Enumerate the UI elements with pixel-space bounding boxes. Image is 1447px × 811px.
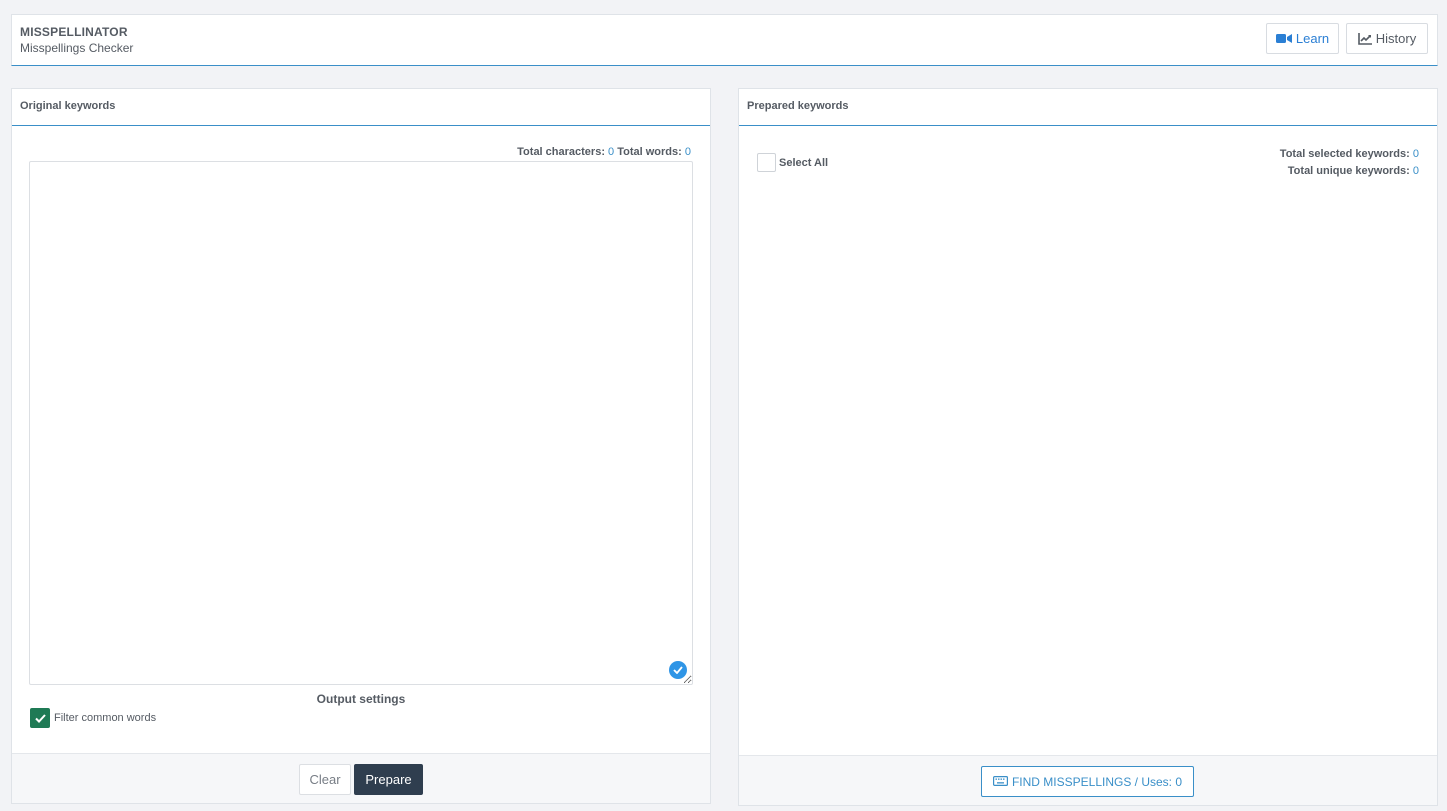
original-keywords-panel: Original keywords Total characters: 0 To…	[11, 88, 711, 804]
original-keywords-textarea[interactable]	[29, 161, 693, 685]
clear-button[interactable]: Clear	[299, 764, 351, 795]
total-unique-value: 0	[1412, 165, 1419, 177]
prepared-keywords-panel: Prepared keywords Select All Total selec…	[738, 88, 1438, 806]
total-selected-row: Total selected keywords: 0	[1280, 146, 1419, 163]
filter-common-words-checkbox[interactable]	[30, 708, 50, 728]
total-selected-label: Total selected keywords:	[1279, 148, 1410, 160]
select-all-label: Select All	[779, 156, 829, 169]
history-label: History	[1375, 31, 1417, 46]
total-characters-value: 0	[608, 146, 615, 158]
find-misspellings-label: FIND MISSPELLINGS / Uses: 0	[1011, 774, 1183, 789]
history-button[interactable]: History	[1346, 23, 1428, 54]
total-unique-label: Total unique keywords:	[1287, 165, 1410, 177]
total-unique-row: Total unique keywords: 0	[1280, 163, 1419, 180]
panel-header: Original keywords	[12, 89, 710, 126]
left-panel-footer: Clear Prepare	[12, 753, 710, 803]
total-words-value: 0	[684, 146, 691, 158]
prepared-keywords-title: Prepared keywords	[747, 100, 849, 112]
total-characters-label: Total characters:	[517, 146, 605, 158]
select-all-checkbox[interactable]	[757, 153, 776, 172]
find-misspellings-button[interactable]: FIND MISSPELLINGS / Uses: 0	[981, 766, 1194, 797]
app-name: MISSPELLINATOR	[20, 25, 128, 39]
right-panel-footer: FIND MISSPELLINGS / Uses: 0	[739, 755, 1437, 805]
filter-common-words-label: Filter common words	[54, 712, 157, 724]
total-words-label: Total words:	[617, 146, 682, 158]
video-camera-icon	[1275, 33, 1292, 44]
app-subtitle: Misspellings Checker	[20, 41, 134, 55]
keyboard-icon	[992, 775, 1008, 789]
check-circle-icon[interactable]	[669, 661, 687, 679]
output-settings-heading: Output settings	[316, 692, 406, 706]
filter-common-words-option[interactable]: Filter common words	[30, 708, 156, 728]
panel-header: Prepared keywords	[739, 89, 1437, 126]
original-keywords-title: Original keywords	[20, 100, 116, 112]
text-stats: Total characters: 0 Total words: 0	[517, 146, 691, 158]
line-chart-icon	[1357, 32, 1372, 45]
app-header: MISSPELLINATOR Misspellings Checker Lear…	[11, 14, 1438, 66]
keyword-stats: Total selected keywords: 0 Total unique …	[1280, 146, 1419, 180]
select-all-option[interactable]: Select All	[757, 153, 828, 172]
keywords-input-wrapper	[29, 161, 693, 685]
learn-button[interactable]: Learn	[1266, 23, 1339, 54]
total-selected-value: 0	[1412, 148, 1419, 160]
learn-label: Learn	[1295, 31, 1330, 46]
prepare-button[interactable]: Prepare	[354, 764, 423, 795]
